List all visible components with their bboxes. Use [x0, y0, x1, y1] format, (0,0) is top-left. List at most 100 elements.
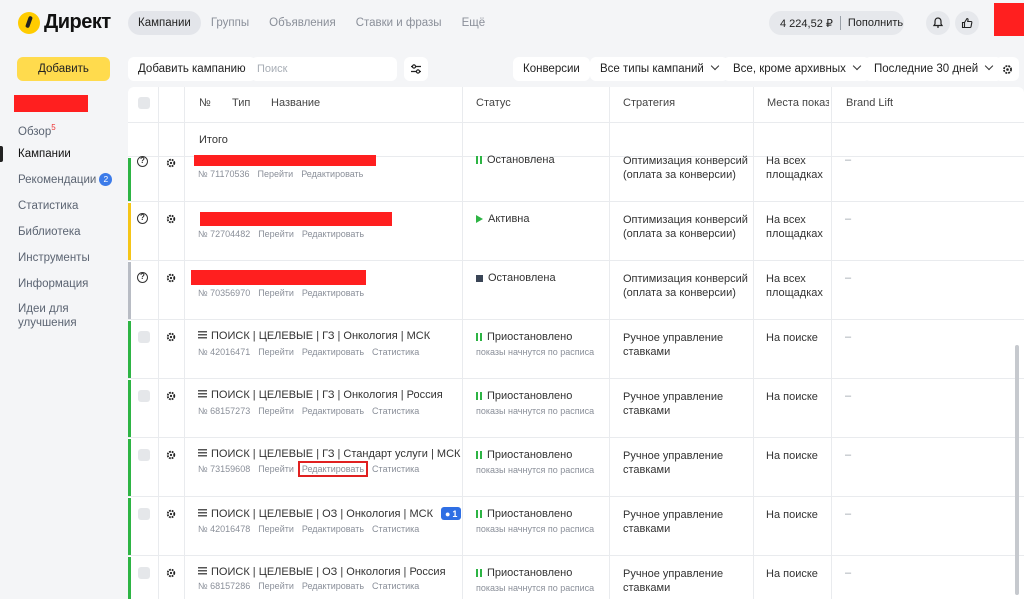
sidebar-item-label: Информация	[18, 278, 89, 290]
edit-link[interactable]: Редактировать	[302, 406, 364, 416]
campaign-status: Приостановлено	[476, 449, 572, 461]
gear-icon[interactable]	[165, 272, 177, 284]
campaign-id: № 70356970	[198, 288, 251, 298]
gear-icon[interactable]	[165, 567, 177, 579]
table-row[interactable]: ПОИСК | ЦЕЛЕВЫЕ | ОЗ | Онкология | Росси…	[128, 557, 1024, 599]
help-circle-icon[interactable]: ?	[137, 272, 148, 283]
logo[interactable]: Директ	[18, 11, 111, 34]
tab-groups[interactable]: Группы	[201, 11, 259, 35]
edit-link[interactable]: Редактировать	[302, 288, 364, 298]
feedback-button[interactable]	[955, 11, 979, 35]
notifications-button[interactable]	[926, 11, 950, 35]
stats-link[interactable]: Статистика	[372, 524, 419, 534]
table-row[interactable]: ПОИСК | ЦЕЛЕВЫЕ | ГЗ | Онкология | Росси…	[128, 380, 1024, 438]
table-settings-button[interactable]	[995, 57, 1019, 81]
header-places[interactable]: Места показ	[767, 97, 829, 109]
strategy-text: Оптимизация конверсий (оплата за конверс…	[623, 273, 748, 299]
go-link[interactable]: Перейти	[258, 581, 294, 591]
gear-icon[interactable]	[165, 213, 177, 225]
gear-icon[interactable]	[165, 508, 177, 520]
sidebar-item-overview[interactable]: Обзор5	[0, 118, 120, 144]
row-checkbox[interactable]	[138, 390, 150, 402]
balance-widget[interactable]: 4 224,52 ₽ Пополнить	[769, 11, 904, 35]
campaign-id: № 72704482	[198, 229, 251, 239]
sidebar-item-info[interactable]: Информация	[0, 274, 120, 300]
table-row[interactable]: ? № 70356970 Перейти Редактировать Останов…	[128, 262, 1024, 320]
notification-badge[interactable]: ● 1	[440, 507, 462, 520]
sidebar-item-label: Кампании	[18, 148, 71, 160]
gear-icon[interactable]	[165, 157, 177, 169]
sidebar-item-recommendations[interactable]: Рекомендации 2	[0, 170, 120, 196]
header-strategy[interactable]: Стратегия	[623, 97, 675, 109]
campaign-name[interactable]: ПОИСК | ЦЕЛЕВЫЕ | ГЗ | Онкология | Росси…	[198, 389, 443, 401]
gear-icon[interactable]	[165, 331, 177, 343]
brandlift-value: –	[845, 449, 852, 461]
table-row[interactable]: ПОИСК | ЦЕЛЕВЫЕ | ГЗ | Стандарт услуги |…	[128, 439, 1024, 497]
campaign-id: № 42016471	[198, 347, 251, 357]
top-up-button[interactable]: Пополнить	[848, 17, 903, 29]
tab-ads[interactable]: Объявления	[259, 11, 346, 35]
header-name[interactable]: Название	[271, 97, 320, 109]
places-text: На поиске	[766, 332, 818, 344]
edit-link[interactable]: Редактировать	[302, 229, 364, 239]
edit-link[interactable]: Редактировать	[302, 347, 364, 357]
scrollbar-thumb[interactable]	[1015, 345, 1019, 595]
conversions-button[interactable]: Конверсии	[513, 57, 590, 81]
sidebar-item-label: Идеи для улучшения	[18, 303, 77, 329]
go-link[interactable]: Перейти	[258, 524, 294, 534]
sidebar-item-ideas[interactable]: Идеи для улучшения	[0, 300, 100, 340]
help-circle-icon[interactable]: ?	[137, 213, 148, 224]
search-input[interactable]	[251, 57, 397, 81]
table-row[interactable]: ПОИСК | ЦЕЛЕВЫЕ | ГЗ | Онкология | МСК №…	[128, 321, 1024, 379]
tab-bids[interactable]: Ставки и фразы	[346, 11, 452, 35]
stats-link[interactable]: Статистика	[372, 581, 419, 591]
table-row[interactable]: ? № 72704482 Перейти Редактировать Активна…	[128, 203, 1024, 261]
header-brandlift[interactable]: Brand Lift	[846, 97, 893, 109]
campaign-types-dropdown[interactable]: Все типы кампаний	[590, 57, 728, 81]
go-link[interactable]: Перейти	[258, 406, 294, 416]
add-button[interactable]: Добавить	[17, 57, 110, 81]
select-all-checkbox[interactable]	[138, 97, 150, 109]
campaign-name[interactable]: ПОИСК | ЦЕЛЕВЫЕ | ОЗ | Онкология | Росси…	[198, 566, 446, 578]
status-subtext: показы начнутся по расписа	[476, 406, 595, 416]
edit-link[interactable]: Редактировать	[301, 169, 363, 179]
go-link[interactable]: Перейти	[258, 288, 294, 298]
edit-link[interactable]: Редактировать	[302, 581, 364, 591]
help-circle-icon[interactable]: ?	[137, 156, 148, 167]
stats-link[interactable]: Статистика	[372, 406, 419, 416]
campaign-name[interactable]: ПОИСК | ЦЕЛЕВЫЕ | ОЗ | Онкология | МСК ● 1	[198, 507, 462, 520]
edit-link-highlighted[interactable]: Редактировать	[297, 461, 369, 477]
header-type[interactable]: Тип	[232, 97, 250, 109]
table-row[interactable]: ПОИСК | ЦЕЛЕВЫЕ | ОЗ | Онкология | МСК ● 1…	[128, 498, 1024, 556]
gear-icon[interactable]	[165, 449, 177, 461]
sidebar-item-campaigns[interactable]: Кампании	[0, 144, 120, 170]
row-checkbox[interactable]	[138, 567, 150, 579]
sidebar-item-library[interactable]: Библиотека	[0, 222, 120, 248]
gear-icon[interactable]	[165, 390, 177, 402]
sidebar-item-label: Статистика	[18, 200, 79, 212]
table-row[interactable]: ? № 71170536 Перейти Редактировать Останов…	[128, 154, 1024, 202]
row-checkbox[interactable]	[138, 449, 150, 461]
stats-link[interactable]: Статистика	[372, 464, 419, 474]
sidebar-item-tools[interactable]: Инструменты	[0, 248, 120, 274]
go-link[interactable]: Перейти	[258, 464, 294, 474]
go-link[interactable]: Перейти	[258, 347, 294, 357]
stats-link[interactable]: Статистика	[372, 347, 419, 357]
header-status[interactable]: Статус	[476, 97, 511, 109]
header-number[interactable]: №	[199, 97, 211, 109]
row-checkbox[interactable]	[138, 331, 150, 343]
campaign-name[interactable]: ПОИСК | ЦЕЛЕВЫЕ | ГЗ | Стандарт услуги |…	[198, 448, 460, 460]
tab-campaigns[interactable]: Кампании	[128, 11, 201, 35]
period-dropdown[interactable]: Последние 30 дней	[864, 57, 1003, 81]
edit-link[interactable]: Редактировать	[302, 524, 364, 534]
tab-more[interactable]: Ещё	[452, 11, 496, 35]
archive-filter-dropdown[interactable]: Все, кроме архивных	[723, 57, 870, 81]
go-link[interactable]: Перейти	[258, 229, 294, 239]
campaign-name[interactable]: ПОИСК | ЦЕЛЕВЫЕ | ГЗ | Онкология | МСК	[198, 330, 430, 342]
go-link[interactable]: Перейти	[258, 169, 294, 179]
add-campaign-button[interactable]: Добавить кампанию	[128, 57, 256, 81]
row-checkbox[interactable]	[138, 508, 150, 520]
status-subtext: показы начнутся по расписа	[476, 583, 595, 593]
filter-settings-button[interactable]	[404, 57, 428, 81]
sidebar-item-statistics[interactable]: Статистика	[0, 196, 120, 222]
